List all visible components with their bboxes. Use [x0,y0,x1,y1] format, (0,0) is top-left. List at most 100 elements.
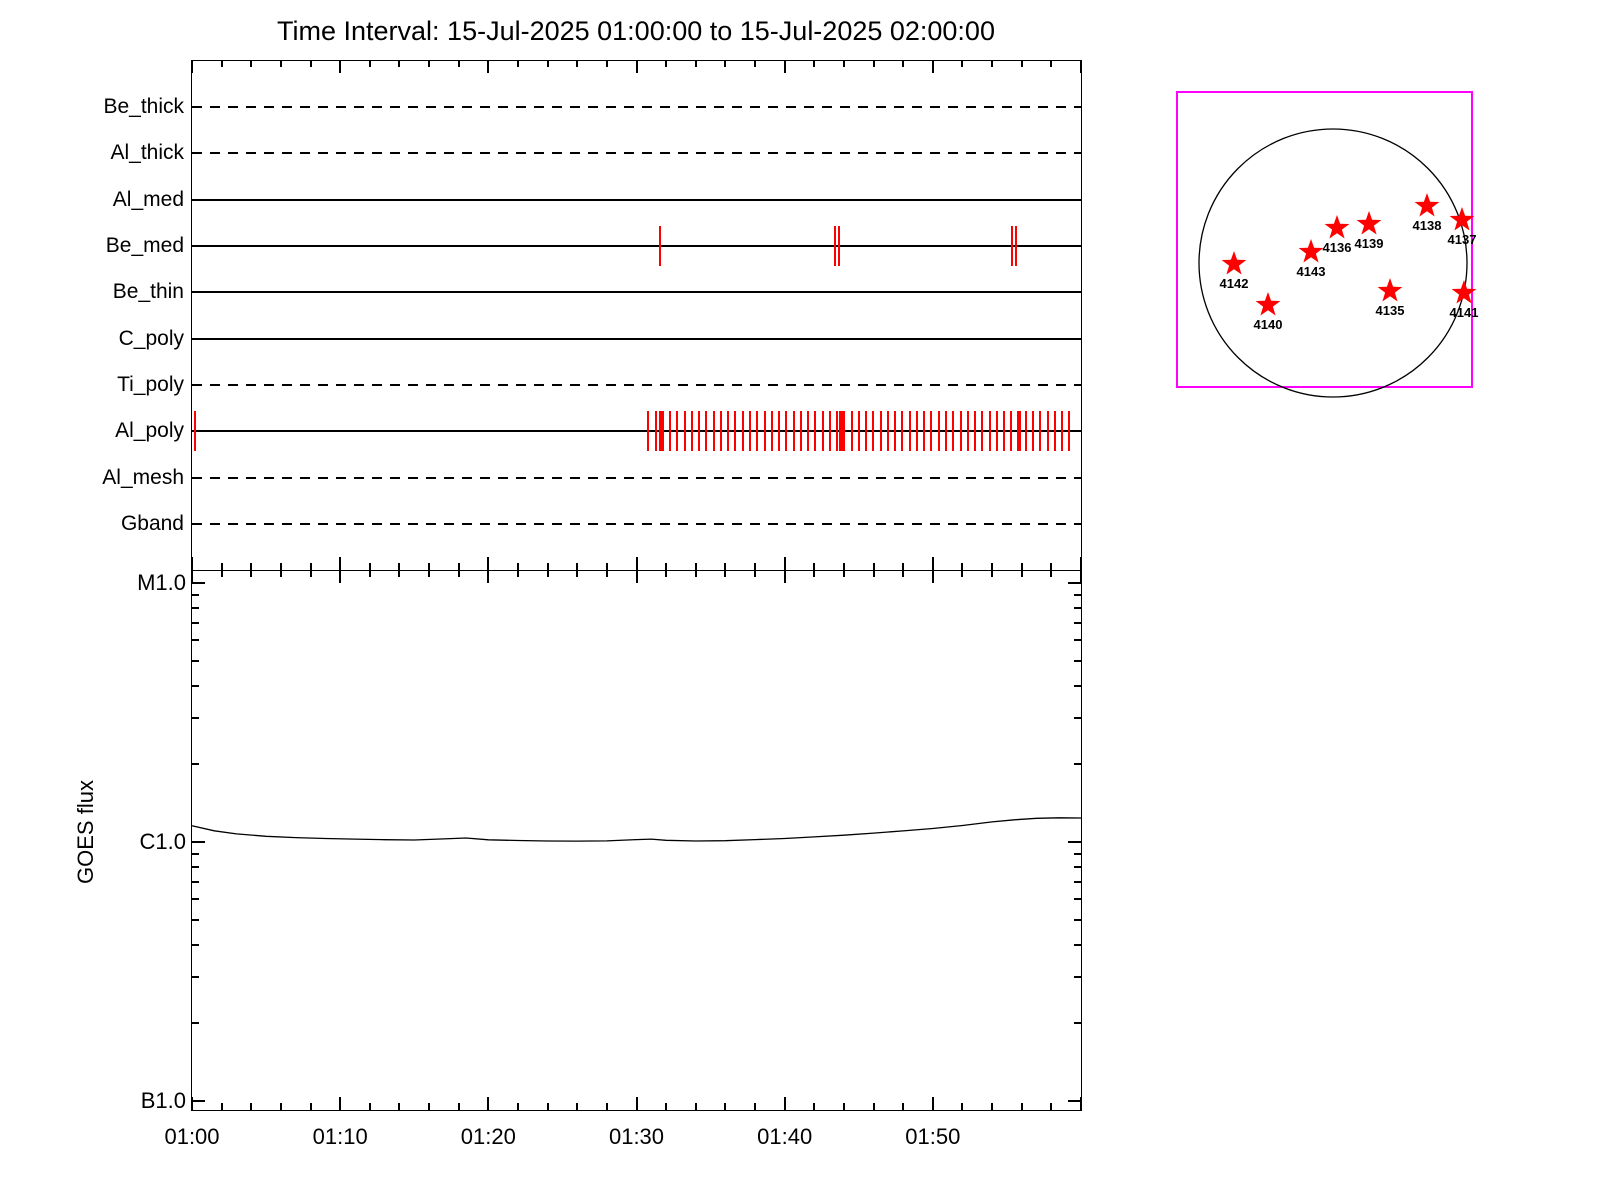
exposure-tick-bold-Al_poly [838,411,843,452]
filter-line-Be_med [192,244,1081,247]
exposure-tick-Al_poly [756,411,759,452]
time-axis-tick [1020,563,1023,570]
time-axis-tick [457,563,460,570]
exposure-tick-Al_poly [654,411,657,452]
time-label-01:40: 01:40 [757,1124,813,1149]
exposure-tick-Al_poly [193,411,196,452]
exposure-tick-Al_poly [1003,411,1006,452]
time-axis-tick [783,60,786,73]
chart-title: Time Interval: 15-Jul-2025 01:00:00 to 1… [277,16,995,46]
exposure-tick-Al_poly [748,411,751,452]
time-axis-tick [428,60,431,67]
exposure-tick-Al_poly [952,411,955,452]
time-axis-tick [694,60,697,67]
goes-ytick-label-M1.0: M1.0 [137,570,186,595]
time-label-01:30: 01:30 [608,1124,665,1149]
time-axis-tick [1020,60,1023,67]
exposure-tick-Be_med [1010,225,1013,266]
time-axis-tick [309,563,312,570]
time-label-01:10: 01:10 [312,1124,368,1149]
time-axis-tick [724,563,727,570]
exposure-tick-Al_poly [995,411,998,452]
time-axis-tick [398,60,401,67]
filter-label-Gband: Gband [120,511,184,535]
time-axis-tick [931,60,934,73]
active-region-label-4142: 4142 [1220,276,1249,291]
active-region-star-4138 [1414,193,1440,217]
filter-line-Al_poly [192,430,1081,433]
exposure-tick-Al_poly [988,411,991,452]
time-axis-tick [339,557,342,570]
exposure-tick-Al_poly [669,411,672,452]
time-axis-tick [961,563,964,570]
exposure-tick-Al_poly [1061,411,1064,452]
time-axis-tick [842,60,845,67]
active-region-label-4140: 4140 [1254,317,1283,332]
filter-line-Be_thin [192,291,1081,294]
time-axis-tick [605,563,608,570]
time-axis-tick [576,563,579,570]
active-region-label-4135: 4135 [1376,303,1405,318]
exposure-tick-Al_poly [785,411,788,452]
time-axis-tick [665,563,668,570]
time-axis-tick [783,557,786,570]
time-axis-tick [872,563,875,570]
xrt-goes-timeline-screenshot: Time Interval: 15-Jul-2025 01:00:00 to 1… [0,0,1600,1200]
exposure-tick-Al_poly [741,411,744,452]
exposure-tick-Al_poly [719,411,722,452]
filter-label-C_poly: C_poly [118,326,184,350]
exposure-tick-Al_poly [763,411,766,452]
sun-chart: 4142 4143 4136 4139 4138 4137 4140 4135 4141 [1176,91,1479,398]
time-axis-tick [605,60,608,67]
filter-line-Al_med [192,198,1081,201]
time-axis-tick [191,557,193,570]
time-axis-tick [309,60,312,67]
exposure-tick-Al_poly [901,411,904,452]
time-axis-tick [991,60,994,67]
time-axis-tick [250,563,253,570]
filter-timeline-panel [191,60,1082,571]
exposure-tick-Al_poly [690,411,693,452]
filter-label-Al_mesh: Al_mesh [102,465,184,489]
time-axis-tick [902,60,905,67]
time-axis-tick [813,563,816,570]
exposure-tick-Al_poly [821,411,824,452]
exposure-tick-Al_poly [1068,411,1071,452]
time-axis-tick [635,557,638,570]
exposure-tick-Be_med [1014,225,1017,266]
exposure-tick-Al_poly [734,411,737,452]
exposure-tick-Al_poly [1039,411,1042,452]
filter-line-Al_thick [192,152,1081,155]
time-axis-tick [1050,60,1053,67]
exposure-tick-Al_poly [770,411,773,452]
active-region-label-4139: 4139 [1355,236,1384,251]
time-axis-tick [665,60,668,67]
time-axis-tick [516,60,519,67]
time-axis-tick [516,563,519,570]
active-region-label-4137: 4137 [1448,232,1477,247]
exposure-tick-Al_poly [799,411,802,452]
exposure-tick-Al_poly [981,411,984,452]
active-region-label-4141: 4141 [1450,305,1479,320]
exposure-tick-Al_poly [894,411,897,452]
active-region-star-4142 [1221,251,1247,275]
exposure-tick-Al_poly [683,411,686,452]
exposure-tick-Al_poly [778,411,781,452]
time-label-01:20: 01:20 [460,1124,516,1149]
exposure-tick-Al_poly [1032,411,1035,452]
exposure-tick-Al_poly [712,411,715,452]
exposure-tick-Al_poly [843,411,846,452]
exposure-tick-Al_poly [1010,411,1013,452]
exposure-tick-Al_poly [814,411,817,452]
exposure-tick-Al_poly [727,411,730,452]
active-region-label-4143: 4143 [1297,264,1326,279]
exposure-tick-Al_poly [886,411,889,452]
time-axis-tick [457,60,460,67]
goes-ytick-label-B1.0: B1.0 [140,1088,186,1113]
filter-label-Be_thick: Be_thick [103,95,184,118]
active-region-star-4135 [1377,278,1403,302]
active-region-star-4136 [1324,215,1350,239]
exposure-tick-Al_poly [872,411,875,452]
exposure-tick-Al_poly [879,411,882,452]
time-label-01:50: 01:50 [905,1124,961,1149]
